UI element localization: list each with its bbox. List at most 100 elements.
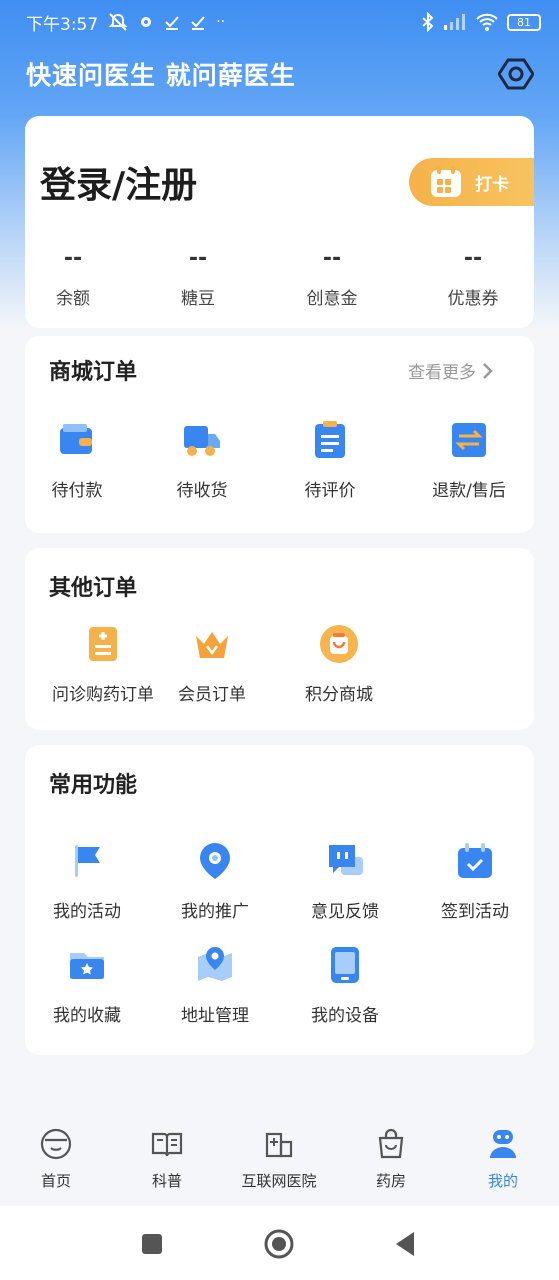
signal-icon <box>444 14 465 30</box>
function-address-management[interactable]: 地址管理 <box>155 945 275 1026</box>
order-points-mall[interactable]: 积分商城 <box>279 624 399 705</box>
location-pin-icon <box>200 843 230 879</box>
tab-label: 科普 <box>151 1172 182 1190</box>
section-title: 其他订单 <box>49 576 138 601</box>
battery-indicator: 81 <box>507 13 541 31</box>
stat-label: 余额 <box>56 289 90 309</box>
section-title: 商城订单 <box>49 360 138 385</box>
tab-pharmacy[interactable]: 药房 <box>341 1128 441 1191</box>
account-stats: -- 余额 -- 糖豆 -- 创意金 -- 优惠券 <box>25 246 534 316</box>
order-label: 问诊购药订单 <box>52 685 154 705</box>
view-more-link[interactable]: 查看更多 <box>408 358 494 383</box>
login-register-link[interactable]: 登录/注册 <box>40 156 197 208</box>
order-label: 待收货 <box>176 481 228 501</box>
function-my-favorites[interactable]: 我的收藏 <box>27 945 147 1026</box>
book-icon <box>151 1132 183 1157</box>
common-functions-card: 常用功能 我的活动 我的推广 意见反馈 签到活动 我的收藏 地址管理 我的设备 <box>25 745 534 1055</box>
points-mall-icon <box>320 625 358 663</box>
bottom-tab-bar: 首页 科普 互联网医院 药房 我的 <box>0 1112 559 1206</box>
crown-icon <box>196 632 228 658</box>
function-label: 我的设备 <box>311 1006 379 1026</box>
stat-creative-gold[interactable]: -- 创意金 <box>277 246 387 309</box>
function-label: 地址管理 <box>181 1006 249 1026</box>
function-label: 意见反馈 <box>311 902 379 922</box>
bluetooth-icon <box>422 12 434 32</box>
function-checkin-activity[interactable]: 签到活动 <box>415 841 535 922</box>
chevron-right-icon <box>483 362 493 379</box>
bag-icon <box>378 1128 404 1159</box>
tab-label: 我的 <box>487 1172 518 1190</box>
stat-balance[interactable]: -- 余额 <box>18 246 128 309</box>
shop-orders-card: 商城订单 查看更多 待付款 待收货 待评价 退款/售后 <box>25 336 534 533</box>
order-label: 会员订单 <box>178 685 246 705</box>
view-more-label: 查看更多 <box>408 363 476 383</box>
clipboard-icon <box>315 421 345 458</box>
home-circle-icon[interactable] <box>263 1228 295 1260</box>
stat-value: -- <box>463 246 483 271</box>
feedback-icon <box>329 845 363 875</box>
order-pending-review[interactable]: 待评价 <box>270 420 390 501</box>
order-label: 待付款 <box>51 481 103 501</box>
stat-coupons[interactable]: -- 优惠券 <box>418 246 528 309</box>
tab-label: 首页 <box>40 1172 71 1190</box>
function-my-activities[interactable]: 我的活动 <box>27 841 147 922</box>
function-label: 签到活动 <box>441 902 509 922</box>
status-time: 下午3:57 <box>26 14 99 35</box>
function-label: 我的收藏 <box>53 1006 121 1026</box>
order-consultation[interactable]: 问诊购药订单 <box>43 624 163 705</box>
tab-internet-hospital[interactable]: 互联网医院 <box>229 1128 329 1191</box>
stat-value: -- <box>322 246 342 271</box>
other-orders-card: 其他订单 问诊购药订单 会员订单 积分商城 <box>25 548 534 730</box>
checkin-button[interactable]: 打卡 <box>409 158 534 206</box>
calendar-check-icon <box>458 843 492 878</box>
function-my-promotion[interactable]: 我的推广 <box>155 841 275 922</box>
stat-value: -- <box>63 246 83 271</box>
profile-robot-icon <box>490 1130 516 1158</box>
hospital-icon <box>265 1132 293 1158</box>
tablet-icon <box>331 947 359 983</box>
truck-icon <box>184 426 220 456</box>
tab-label: 药房 <box>375 1172 406 1190</box>
stat-value: -- <box>188 246 208 271</box>
download-icon <box>191 16 205 30</box>
tab-home[interactable]: 首页 <box>6 1128 106 1191</box>
function-feedback[interactable]: 意见反馈 <box>285 841 405 922</box>
app-slogan: 快速问医生 就问薛医生 <box>26 61 296 90</box>
tab-label: 互联网医院 <box>241 1172 317 1190</box>
calendar-icon <box>431 166 461 197</box>
stat-label: 优惠券 <box>447 289 499 309</box>
more-dots-icon: ·· <box>216 14 226 30</box>
download-icon <box>165 16 179 30</box>
wifi-icon <box>476 13 498 31</box>
gear-status-icon <box>141 17 152 27</box>
system-nav-bar <box>0 1206 559 1280</box>
login-card: 登录/注册 打卡 -- 余额 -- 糖豆 -- 创意金 -- 优惠券 <box>25 116 534 328</box>
order-label: 积分商城 <box>305 685 373 705</box>
order-pending-payment[interactable]: 待付款 <box>17 420 137 501</box>
function-my-devices[interactable]: 我的设备 <box>285 945 405 1026</box>
order-pending-receipt[interactable]: 待收货 <box>142 420 262 501</box>
stat-sugar-beans[interactable]: -- 糖豆 <box>143 246 253 309</box>
tab-science[interactable]: 科普 <box>117 1128 217 1191</box>
wallet-icon <box>60 424 92 454</box>
order-membership[interactable]: 会员订单 <box>152 624 272 705</box>
stat-label: 创意金 <box>306 289 358 309</box>
recent-apps-icon[interactable] <box>136 1228 168 1260</box>
top-bar: 快速问医生 就问薛医生 <box>0 52 559 96</box>
map-icon <box>198 947 232 981</box>
consult-order-icon <box>89 627 117 661</box>
mute-icon <box>108 13 128 31</box>
settings-button[interactable] <box>497 55 535 93</box>
function-label: 我的活动 <box>53 902 121 922</box>
checkin-label: 打卡 <box>475 174 509 195</box>
section-title: 常用功能 <box>49 773 138 798</box>
home-face-icon <box>40 1128 72 1160</box>
tab-mine[interactable]: 我的 <box>453 1128 553 1191</box>
refund-icon <box>452 423 486 457</box>
order-label: 待评价 <box>304 481 356 501</box>
favorites-folder-icon <box>70 953 104 979</box>
order-label: 退款/售后 <box>432 481 506 501</box>
back-triangle-icon[interactable] <box>390 1228 422 1260</box>
flag-icon <box>75 845 100 877</box>
order-refund-aftersale[interactable]: 退款/售后 <box>409 420 529 501</box>
